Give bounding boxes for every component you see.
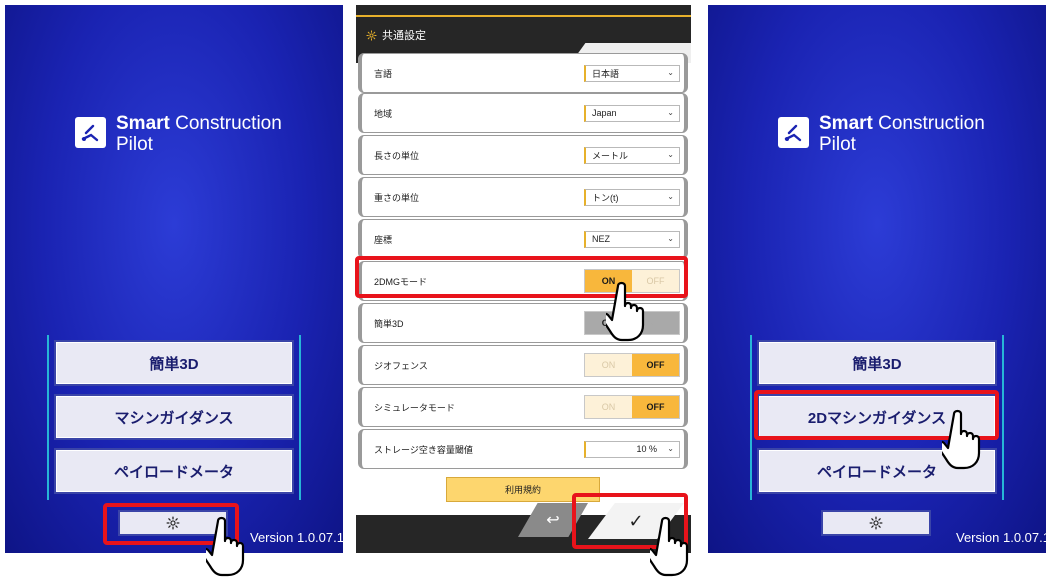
gear-icon xyxy=(366,29,377,41)
row-label: 座標 xyxy=(374,234,393,245)
settings-row-language: 言語 日本語 ⌄ xyxy=(358,53,688,93)
brand-rest: Construction xyxy=(872,113,985,134)
brand-bold: Smart xyxy=(116,113,170,134)
select-value: Japan xyxy=(592,108,617,118)
brand-rest: Construction xyxy=(169,113,282,134)
toggle-off[interactable]: OFF xyxy=(632,354,679,376)
home-screen-left: Smart Construction Pilot 簡単3D マシンガイダンス ペ… xyxy=(5,5,343,553)
row-label: 長さの単位 xyxy=(374,150,420,161)
geofence-toggle[interactable]: ON OFF xyxy=(584,353,680,377)
settings-title-text: 共通設定 xyxy=(382,30,426,42)
toggle-on[interactable]: ON xyxy=(585,354,632,376)
chevron-down-icon: ⌄ xyxy=(667,107,674,117)
select-value: 10 % xyxy=(636,444,657,454)
app-logo: Smart Construction Pilot xyxy=(75,113,282,155)
settings-button[interactable] xyxy=(821,510,931,536)
brand-line2: Pilot xyxy=(116,134,153,155)
menu-button-simple-3d[interactable]: 簡単3D xyxy=(757,340,997,386)
settings-row-coordinates: 座標 NEZ ⌄ xyxy=(358,219,688,259)
pointing-hand-icon xyxy=(206,516,245,577)
menu-button-machine-guidance[interactable]: マシンガイダンス xyxy=(54,394,294,440)
row-label: シミュレータモード xyxy=(374,402,455,413)
row-label: ジオフェンス xyxy=(374,360,428,371)
row-label: 言語 xyxy=(374,68,393,79)
settings-row-simulator-mode: シミュレータモード ON OFF xyxy=(358,387,688,427)
select-value: 日本語 xyxy=(592,68,620,79)
brand-line2: Pilot xyxy=(819,134,856,155)
chevron-down-icon: ⌄ xyxy=(667,233,674,243)
header-accent-line xyxy=(356,15,691,17)
excavator-logo-icon xyxy=(75,117,106,148)
settings-row-length-unit: 長さの単位 メートル ⌄ xyxy=(358,135,688,175)
pointing-hand-icon xyxy=(606,281,645,342)
settings-row-region: 地域 Japan ⌄ xyxy=(358,93,688,133)
chevron-down-icon: ⌄ xyxy=(667,149,674,159)
settings-title: 共通設定 xyxy=(366,27,426,43)
pointing-hand-icon xyxy=(650,516,689,577)
language-select[interactable]: 日本語 ⌄ xyxy=(584,64,680,82)
gear-icon xyxy=(869,516,883,530)
app-logo: Smart Construction Pilot xyxy=(778,113,985,155)
select-value: トン(t) xyxy=(592,192,619,203)
chevron-down-icon: ⌄ xyxy=(667,443,674,453)
select-value: メートル xyxy=(592,150,629,161)
settings-row-geofence: ジオフェンス ON OFF xyxy=(358,345,688,385)
excavator-logo-icon xyxy=(778,117,809,148)
coordinates-select[interactable]: NEZ ⌄ xyxy=(584,230,680,248)
toggle-off[interactable]: OFF xyxy=(632,396,679,418)
select-value: NEZ xyxy=(592,234,610,244)
length-unit-select[interactable]: メートル ⌄ xyxy=(584,146,680,164)
region-select[interactable]: Japan ⌄ xyxy=(584,104,680,122)
return-arrow-icon: ↩ xyxy=(546,512,560,529)
version-label: Version 1.0.07.1 xyxy=(956,530,1046,545)
row-label: 簡単3D xyxy=(374,318,404,329)
row-label: ストレージ空き容量閾値 xyxy=(374,444,473,455)
row-label: 重さの単位 xyxy=(374,192,420,203)
version-label: Version 1.0.07.1 xyxy=(250,530,343,545)
chevron-down-icon: ⌄ xyxy=(667,67,674,77)
settings-row-storage-threshold: ストレージ空き容量閾値 10 % ⌄ xyxy=(358,429,688,469)
chevron-down-icon: ⌄ xyxy=(667,191,674,201)
storage-threshold-select[interactable]: 10 % ⌄ xyxy=(584,440,680,458)
menu-button-payload-meter[interactable]: ペイロードメータ xyxy=(54,448,294,494)
toggle-on[interactable]: ON xyxy=(585,396,632,418)
brand-bold: Smart xyxy=(819,113,873,134)
tutorial-stage: Smart Construction Pilot 簡単3D マシンガイダンス ペ… xyxy=(0,0,1054,580)
simulator-mode-toggle[interactable]: ON OFF xyxy=(584,395,680,419)
settings-row-weight-unit: 重さの単位 トン(t) ⌄ xyxy=(358,177,688,217)
menu-button-simple-3d[interactable]: 簡単3D xyxy=(54,340,294,386)
pointing-hand-icon xyxy=(942,409,981,470)
home-screen-right: Smart Construction Pilot 簡単3D 2Dマシンガイダンス… xyxy=(708,5,1046,553)
row-label: 地域 xyxy=(374,108,393,119)
weight-unit-select[interactable]: トン(t) ⌄ xyxy=(584,188,680,206)
